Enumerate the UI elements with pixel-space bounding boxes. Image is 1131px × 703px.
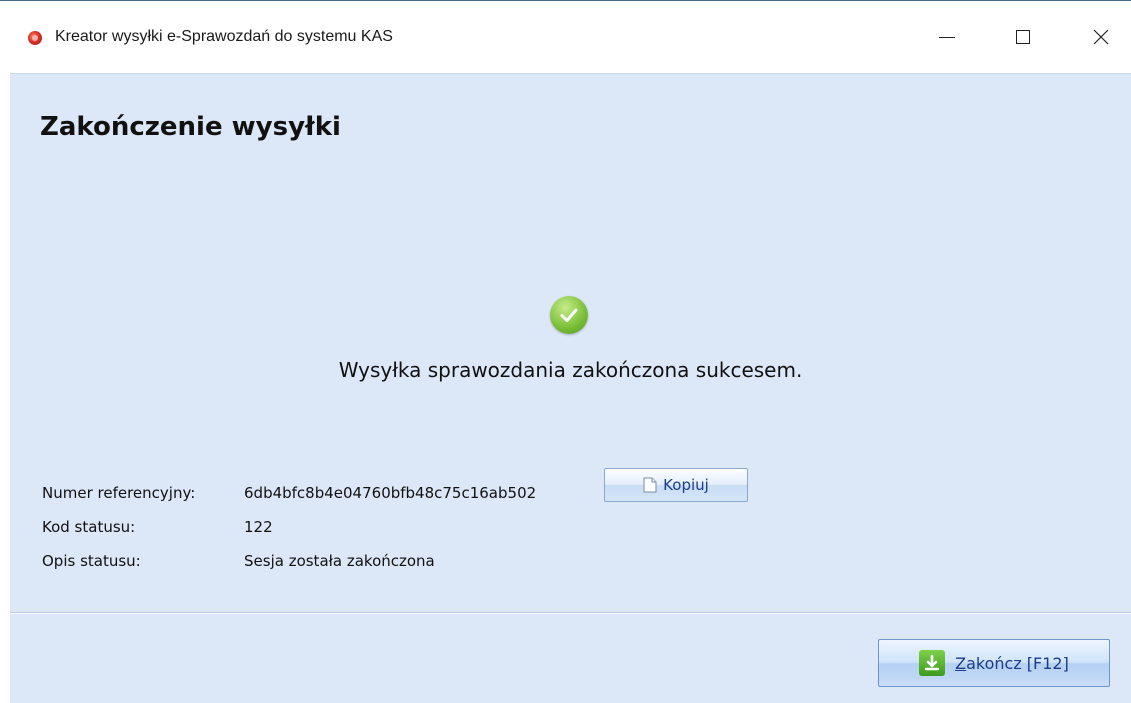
reference-number-value: 6db4bfc8b4e04760bfb48c75c16ab502 bbox=[244, 484, 537, 502]
wizard-window: Kreator wysyłki e-Sprawozdań do systemu … bbox=[0, 0, 1131, 703]
finish-button-label: Zakończ [F12] bbox=[955, 654, 1069, 673]
page-title: Zakończenie wysyłki bbox=[40, 112, 341, 142]
status-description-label: Opis statusu: bbox=[42, 552, 141, 570]
finish-button-mnemonic: Z bbox=[955, 653, 967, 673]
reference-number-label: Numer referencyjny: bbox=[42, 484, 196, 502]
status-code-label: Kod statusu: bbox=[42, 518, 136, 536]
status-description-value: Sesja została zakończona bbox=[244, 552, 435, 570]
finish-button-label-rest: akończ [F12] bbox=[966, 653, 1069, 673]
document-icon bbox=[643, 477, 657, 493]
footer-bar: Zakończ [F12] bbox=[10, 613, 1131, 703]
title-bar[interactable]: Kreator wysyłki e-Sprawozdań do systemu … bbox=[0, 1, 1131, 73]
close-icon bbox=[1093, 29, 1109, 45]
app-logo-icon bbox=[28, 31, 42, 45]
copy-button-label: Kopiuj bbox=[663, 476, 709, 494]
maximize-button[interactable] bbox=[1000, 17, 1046, 57]
finish-button[interactable]: Zakończ [F12] bbox=[878, 639, 1110, 687]
minimize-icon bbox=[939, 36, 955, 38]
status-code-value: 122 bbox=[244, 518, 273, 536]
minimize-button[interactable] bbox=[924, 17, 970, 57]
download-icon bbox=[919, 650, 946, 676]
success-message: Wysyłka sprawozdania zakończona sukcesem… bbox=[338, 358, 803, 382]
copy-button[interactable]: Kopiuj bbox=[604, 468, 748, 502]
window-title: Kreator wysyłki e-Sprawozdań do systemu … bbox=[55, 28, 393, 45]
content-panel: Zakończenie wysyłki Wysyłka sprawozdania… bbox=[10, 73, 1131, 613]
close-button[interactable] bbox=[1078, 17, 1124, 57]
success-check-icon bbox=[550, 296, 588, 334]
maximize-icon bbox=[1016, 30, 1030, 44]
